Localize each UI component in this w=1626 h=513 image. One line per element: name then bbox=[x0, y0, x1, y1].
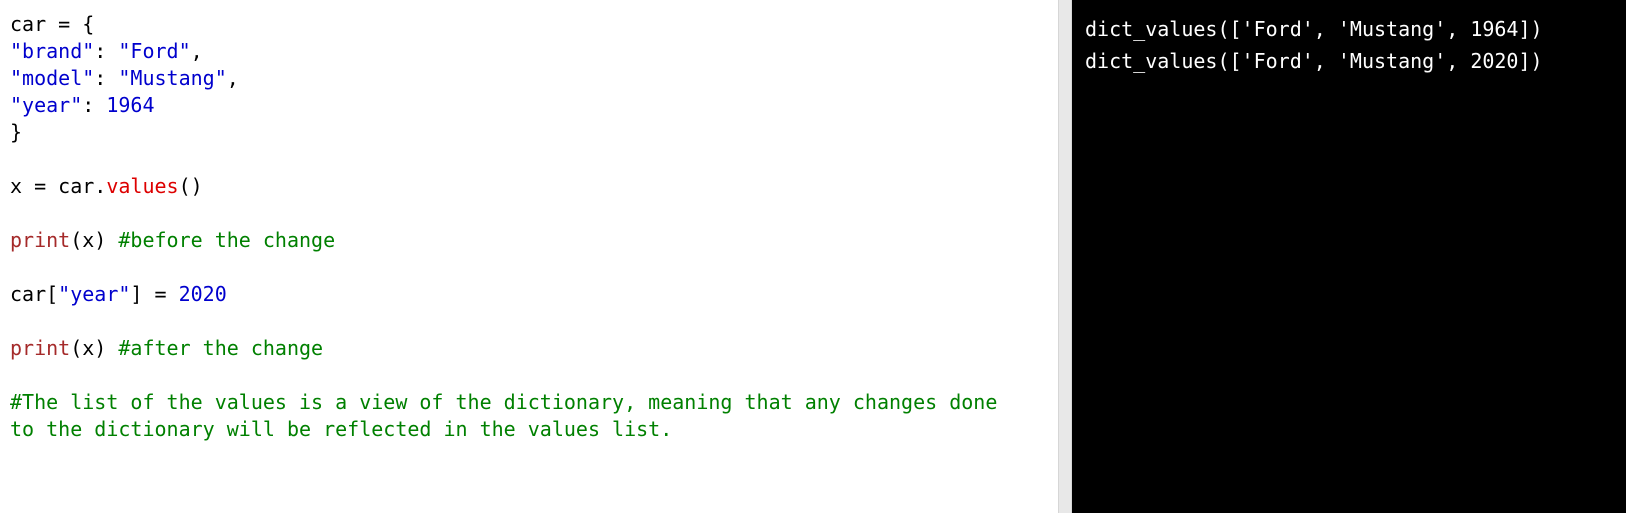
dict-value: 1964 bbox=[106, 93, 155, 117]
code-line-4: "year": 1964 bbox=[10, 92, 1058, 119]
code-comment: #after the change bbox=[118, 336, 324, 360]
code-comment: #The list of the values is a view of the… bbox=[10, 390, 998, 414]
code-text: , bbox=[226, 66, 239, 90]
code-text: car = { bbox=[10, 12, 95, 36]
code-text: : bbox=[94, 66, 119, 90]
code-text: : bbox=[82, 93, 107, 117]
code-line-11: car["year"] = 2020 bbox=[10, 281, 1058, 308]
dict-key: "year" bbox=[10, 93, 83, 117]
output-console: dict_values(['Ford', 'Mustang', 1964]) d… bbox=[1072, 0, 1626, 513]
code-text: , bbox=[190, 39, 203, 63]
dict-key: "model" bbox=[10, 66, 95, 90]
function-name: print bbox=[10, 336, 71, 360]
code-text: () bbox=[178, 174, 203, 198]
code-comment: to the dictionary will be reflected in t… bbox=[10, 417, 673, 441]
string-literal: "year" bbox=[58, 282, 131, 306]
code-text: ] = bbox=[130, 282, 179, 306]
method-name: values bbox=[106, 174, 179, 198]
code-text: (x) bbox=[70, 336, 119, 360]
pane-resize-handle[interactable] bbox=[1058, 0, 1072, 513]
code-comment: #before the change bbox=[118, 228, 336, 252]
dict-value: "Mustang" bbox=[118, 66, 227, 90]
code-line-16: to the dictionary will be reflected in t… bbox=[10, 416, 1058, 443]
code-line-5: } bbox=[10, 119, 1058, 146]
dict-value: "Ford" bbox=[118, 39, 191, 63]
code-text: x = car. bbox=[10, 174, 107, 198]
code-line-2: "brand": "Ford", bbox=[10, 38, 1058, 65]
output-line-1: dict_values(['Ford', 'Mustang', 1964]) bbox=[1085, 17, 1543, 41]
code-line-15: #The list of the values is a view of the… bbox=[10, 389, 1058, 416]
code-line-9: print(x) #before the change bbox=[10, 227, 1058, 254]
code-text: : bbox=[94, 39, 119, 63]
tryit-editor-window: car = { "brand": "Ford", "model": "Musta… bbox=[0, 0, 1626, 513]
code-editor[interactable]: car = { "brand": "Ford", "model": "Musta… bbox=[0, 0, 1058, 513]
code-line-7: x = car.values() bbox=[10, 173, 1058, 200]
dict-key: "brand" bbox=[10, 39, 95, 63]
output-line-2: dict_values(['Ford', 'Mustang', 2020]) bbox=[1085, 49, 1543, 73]
code-text: } bbox=[10, 120, 23, 144]
code-line-3: "model": "Mustang", bbox=[10, 65, 1058, 92]
number-literal: 2020 bbox=[178, 282, 227, 306]
code-line-1: car = { bbox=[10, 11, 1058, 38]
code-text: car[ bbox=[10, 282, 59, 306]
code-text: (x) bbox=[70, 228, 119, 252]
function-name: print bbox=[10, 228, 71, 252]
code-line-13: print(x) #after the change bbox=[10, 335, 1058, 362]
